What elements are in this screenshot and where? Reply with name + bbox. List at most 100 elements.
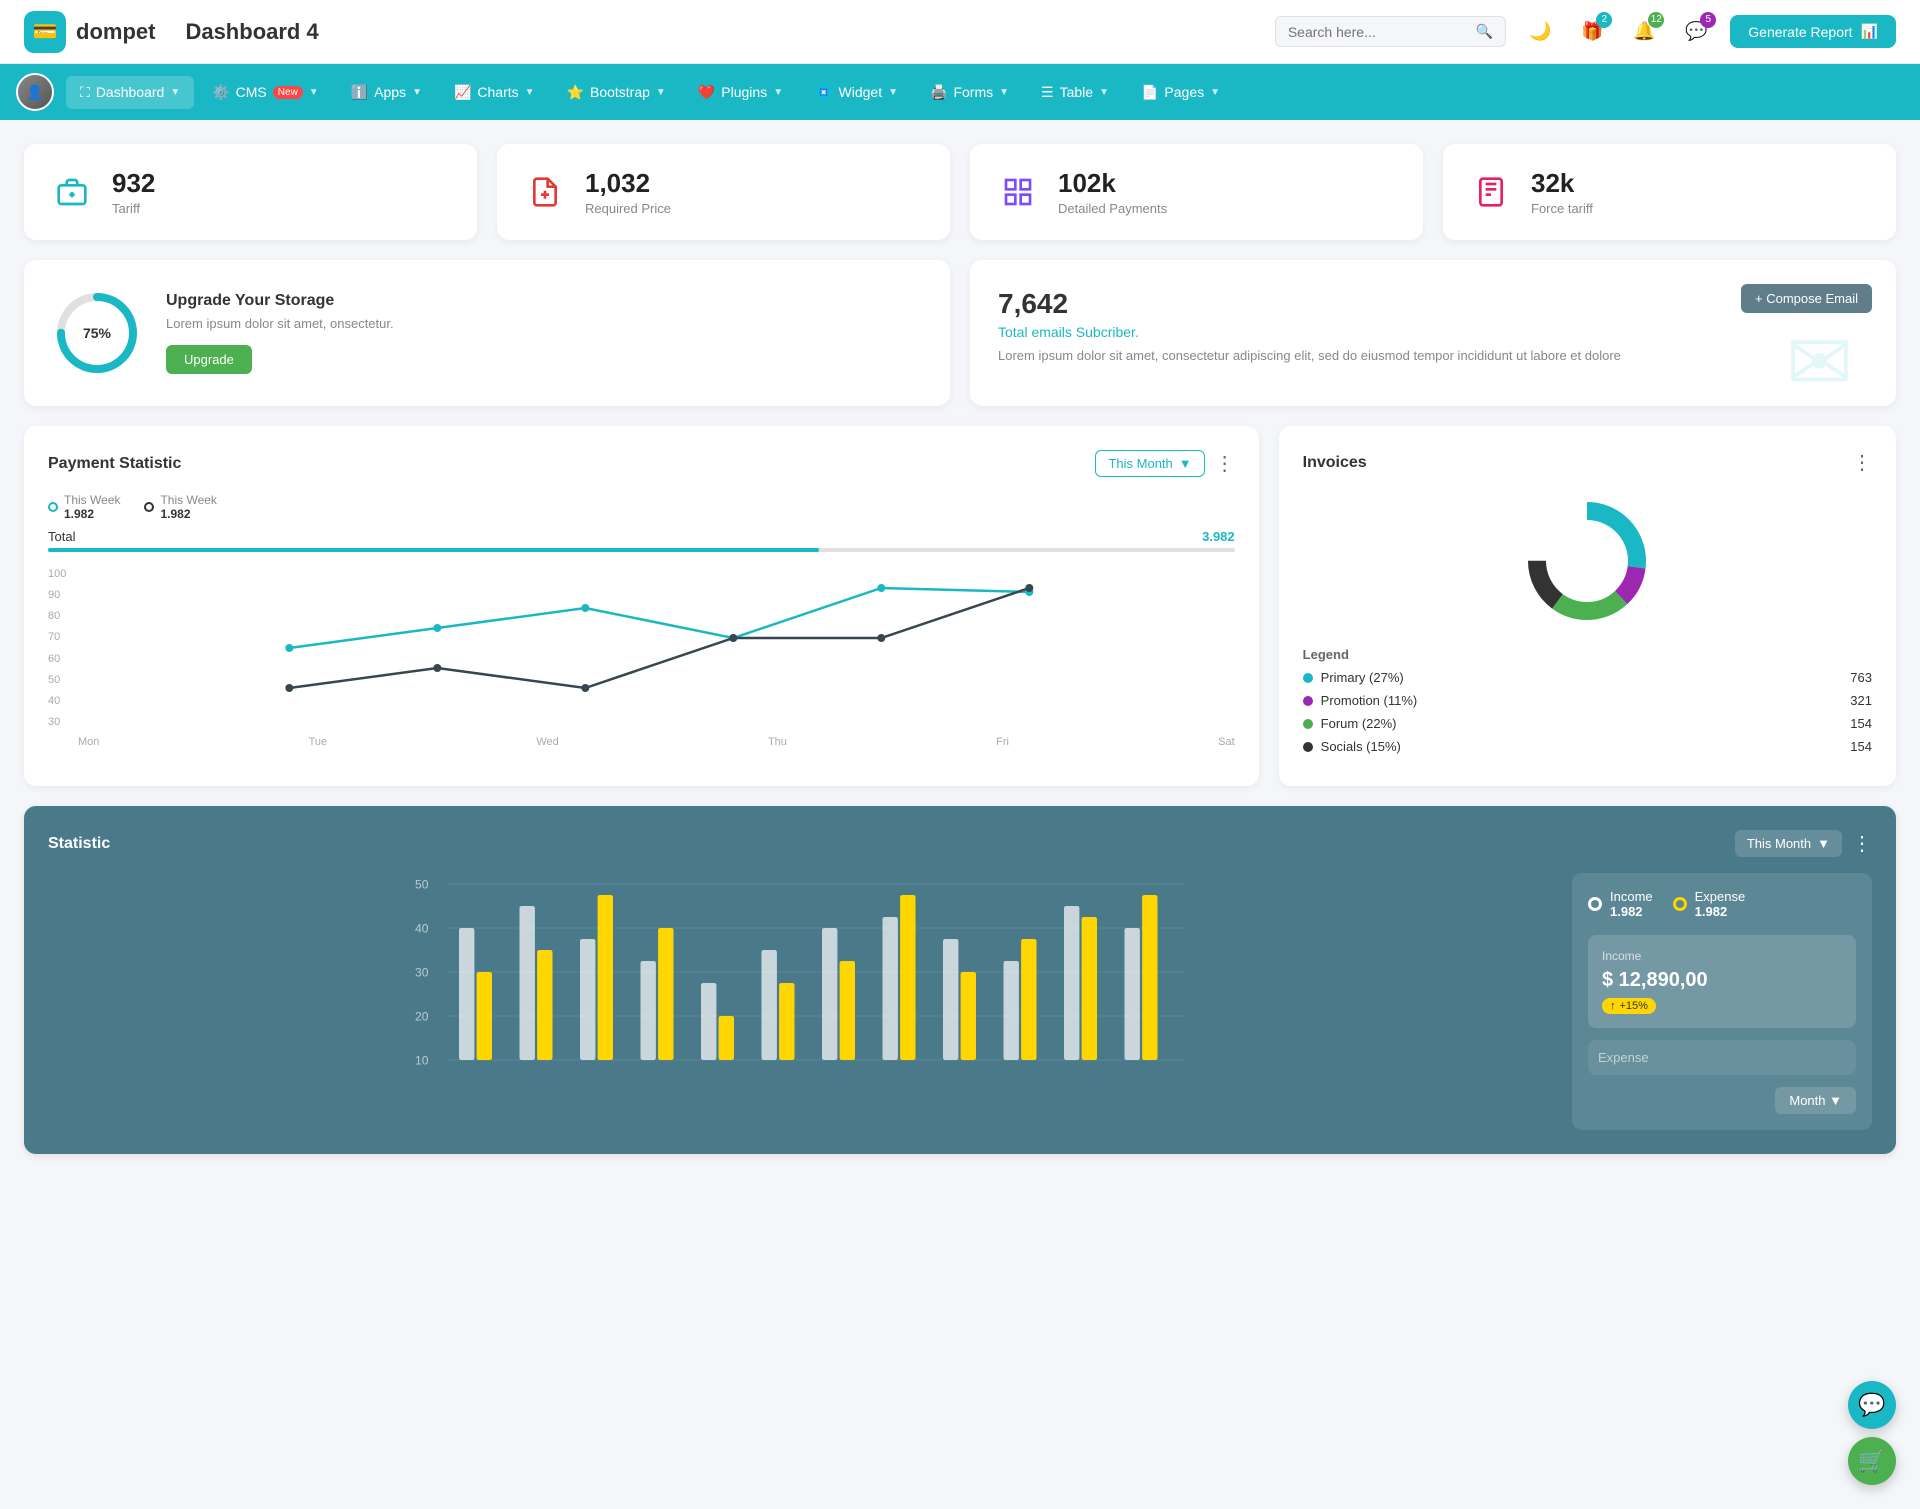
upgrade-content: Upgrade Your Storage Lorem ipsum dolor s… [166,292,394,374]
x-axis-labels: Mon Tue Wed Thu Fri Sat [78,736,1235,748]
search-icon[interactable]: 🔍 [1476,23,1493,40]
nav-item-forms[interactable]: 🖨️ Forms ▼ [916,76,1023,109]
statistic-more-button[interactable]: ⋮ [1852,831,1872,856]
statistic-header: Statistic This Month ▼ ⋮ [48,830,1872,857]
statistic-filter-button[interactable]: This Month ▼ [1735,830,1842,857]
invoice-item-promotion: Promotion (11%) 321 [1303,693,1872,708]
chevron-down-icon-charts: ▼ [525,87,535,98]
y-axis-labels: 30 40 50 60 70 80 90 100 [48,568,78,728]
nav-item-apps[interactable]: ℹ️ Apps ▼ [337,76,436,109]
apps-icon: ℹ️ [351,84,368,101]
gift-badge: 2 [1596,12,1612,28]
user-avatar: 👤 [16,73,54,111]
widget-icon: 💠 [815,84,832,101]
upgrade-desc: Lorem ipsum dolor sit amet, onsectetur. [166,316,394,331]
chevron-down-icon-forms: ▼ [999,87,1009,98]
chat-icon-btn[interactable]: 💬5 [1678,14,1714,50]
required-price-label: Required Price [585,201,671,216]
month-button[interactable]: Month ▼ [1775,1087,1856,1114]
table-icon: ☰ [1041,84,1054,101]
legend-item-0: This Week 1.982 [48,493,120,521]
gift-icon-btn[interactable]: 🎁2 [1574,14,1610,50]
statistic-filter-label: This Month [1747,836,1811,851]
theme-toggle-btn[interactable]: 🌙 [1522,14,1558,50]
invoices-donut [1303,491,1872,631]
main-content: 932 Tariff 1,032 Required Price [0,120,1920,1178]
chevron-down-icon-month: ▼ [1829,1093,1842,1108]
total-bar-row: Total 3.982 [48,529,1235,544]
email-card: + Compose Email 7,642 Total emails Subcr… [970,260,1896,406]
search-input[interactable] [1288,24,1468,40]
invoices-card-header: Invoices ⋮ [1303,450,1872,475]
legend-title: Legend [1303,647,1872,662]
income-circle [1588,897,1602,911]
nav-item-dashboard[interactable]: ⛶️ Dashboard ▼ [66,76,194,109]
tariff-icon [48,168,96,216]
total-bar-fill [48,548,819,552]
compose-email-button[interactable]: + Compose Email [1741,284,1872,313]
chevron-down-icon-apps: ▼ [412,87,422,98]
shop-fab-button[interactable]: 🛒 [1848,1437,1896,1485]
tariff-value: 932 [112,168,155,199]
nav-item-bootstrap[interactable]: ⭐ Bootstrap ▼ [553,76,680,109]
stat-info-detailed-payments: 102k Detailed Payments [1058,168,1167,216]
nav-item-pages[interactable]: 📄 Pages ▼ [1127,76,1234,109]
page-title: Dashboard 4 [185,19,318,45]
inv-dot-purple [1303,696,1313,706]
payment-card: Payment Statistic This Month ▼ ⋮ This We… [24,426,1259,786]
income-label: Income [1610,889,1653,904]
nav-item-plugins[interactable]: ❤️ Plugins ▼ [684,76,797,109]
chevron-down-icon: ▼ [170,87,180,98]
stat-info-tariff: 932 Tariff [112,168,155,216]
bell-badge: 12 [1648,12,1664,28]
nav-item-charts[interactable]: 📈 Charts ▼ [440,76,549,109]
chevron-down-icon-table: ▼ [1099,87,1109,98]
statistic-bar-chart: 50 40 30 20 10 [48,873,1552,1093]
chevron-down-icon-plugins: ▼ [773,87,783,98]
income-badge-value: +15% [1620,1000,1648,1012]
invoices-card: Invoices ⋮ Legend [1279,426,1896,786]
invoices-more-button[interactable]: ⋮ [1852,450,1872,475]
force-tariff-icon [1467,168,1515,216]
generate-report-label: Generate Report [1748,24,1852,40]
detailed-payments-value: 102k [1058,168,1167,199]
income-detail-box: Income $ 12,890,00 ↑ +15% [1588,935,1856,1028]
chart-icon: 📊 [1861,23,1878,40]
gear-icon: ⚙️ [212,84,229,101]
email-envelope-icon: ✉ [1786,316,1896,406]
payment-filter-button[interactable]: This Month ▼ [1095,450,1204,477]
plugins-icon: ❤️ [698,84,715,101]
chevron-down-icon-cms: ▼ [309,87,319,98]
expense-legend-value: 1.982 [1695,904,1746,919]
expense-circle [1673,897,1687,911]
logo-icon: 💳 [24,11,66,53]
payment-legend-row: This Week 1.982 This Week 1.982 [48,493,1235,521]
search-box[interactable]: 🔍 [1275,16,1506,47]
chevron-down-icon-payment: ▼ [1179,456,1192,471]
pages-icon: 📄 [1141,84,1158,101]
upgrade-button[interactable]: Upgrade [166,345,252,374]
upgrade-card: 75% Upgrade Your Storage Lorem ipsum dol… [24,260,950,406]
nav-item-cms[interactable]: ⚙️ CMS New ▼ [198,76,332,109]
middle-row: 75% Upgrade Your Storage Lorem ipsum dol… [24,260,1896,406]
payment-more-button[interactable]: ⋮ [1215,451,1235,476]
chat-fab-button[interactable]: 💬 [1848,1381,1896,1429]
stats-row: 932 Tariff 1,032 Required Price [24,144,1896,240]
stat-card-required-price: 1,032 Required Price [497,144,950,240]
top-header: 💳 dompet Dashboard 4 🔍 🌙 🎁2 🔔12 💬5 Gener… [0,0,1920,64]
charts-icon: 📈 [454,84,471,101]
expense-detail-box: Expense [1588,1040,1856,1075]
nav-item-widget[interactable]: 💠 Widget ▼ [801,76,912,109]
legend-item-1: This Week 1.982 [144,493,216,521]
invoice-item-forum: Forum (22%) 154 [1303,716,1872,731]
invoice-item-socials: Socials (15%) 154 [1303,739,1872,754]
invoices-title: Invoices [1303,454,1367,472]
statistic-body: 50 40 30 20 10 [48,873,1872,1130]
svg-text:10: 10 [415,1053,429,1067]
bell-icon-btn[interactable]: 🔔12 [1626,14,1662,50]
nav-item-table[interactable]: ☰ Table ▼ [1027,76,1123,109]
forms-icon: 🖨️ [930,84,947,101]
nav-bar: 👤 ⛶️ Dashboard ▼ ⚙️ CMS New ▼ ℹ️ Apps ▼ … [0,64,1920,120]
svg-text:40: 40 [415,921,429,935]
generate-report-button[interactable]: Generate Report 📊 [1730,15,1896,48]
